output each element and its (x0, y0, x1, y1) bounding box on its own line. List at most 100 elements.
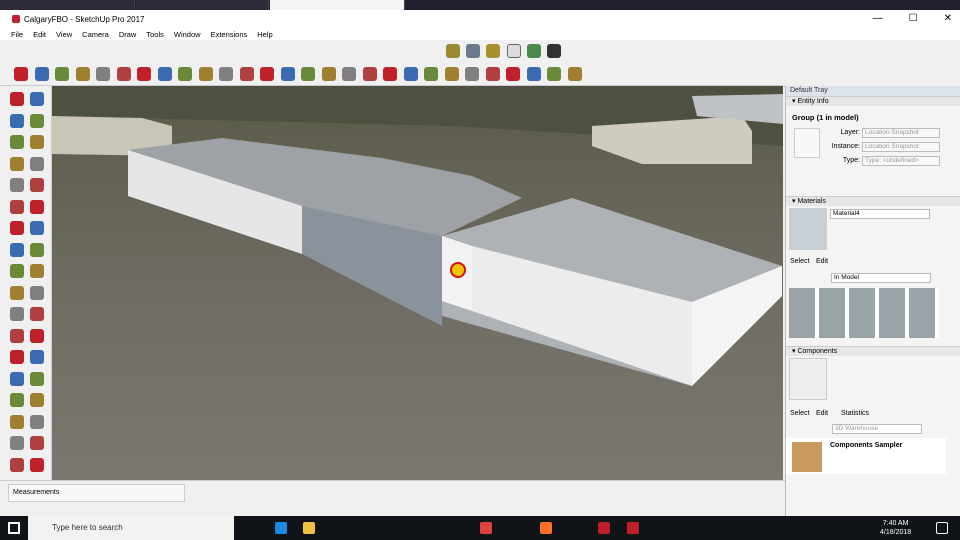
firefox-icon[interactable] (540, 522, 552, 534)
tool-palette-icon[interactable] (10, 285, 24, 300)
tool-palette-icon[interactable] (10, 221, 24, 235)
toolbar-tool-icon[interactable] (75, 67, 90, 81)
toolbar-tool-icon[interactable] (34, 67, 49, 81)
tool-palette-icon[interactable] (10, 436, 24, 450)
toolbar-tool-icon[interactable] (342, 67, 356, 81)
tool-palette-icon[interactable] (10, 328, 24, 343)
material-name-field[interactable]: Material4 (830, 209, 930, 219)
toolbar-tool-icon[interactable] (526, 67, 541, 81)
tool-palette-icon[interactable] (30, 393, 44, 407)
tool-palette-icon[interactable] (30, 221, 44, 235)
toolbar-tool-icon[interactable] (116, 67, 131, 81)
model-viewport[interactable] (52, 86, 783, 480)
toolbar-tool-icon[interactable] (14, 67, 28, 81)
measurements-box[interactable]: Measurements (8, 484, 185, 502)
start-button[interactable] (8, 522, 20, 534)
tool-palette-icon[interactable] (10, 307, 24, 321)
components-tab-statistics[interactable]: Statistics (841, 410, 869, 417)
components-tab-select[interactable]: Select (790, 410, 809, 417)
menu-draw[interactable]: Draw (119, 30, 137, 39)
taskbar-search[interactable]: Type here to search (28, 516, 234, 540)
materials-tab-select[interactable]: Select (790, 258, 809, 265)
layer-select[interactable]: Location Snapshot (862, 128, 940, 138)
toolbar-tool-icon[interactable] (178, 67, 192, 81)
close-button[interactable]: ✕ (944, 10, 952, 28)
type-select[interactable]: Type: <undefined> (862, 156, 940, 166)
toolbar-tool-icon[interactable] (424, 67, 438, 81)
tool-palette-icon[interactable] (30, 307, 44, 321)
tool-palette-icon[interactable] (10, 242, 24, 257)
toolbar-tool-icon[interactable] (280, 67, 295, 81)
browser-tab[interactable] (136, 0, 269, 10)
acrobat-icon[interactable] (598, 522, 610, 534)
browser-tab[interactable] (0, 0, 135, 10)
text-icon[interactable] (507, 44, 521, 58)
components-header[interactable]: ▾ Components (786, 346, 960, 356)
tool-palette-icon[interactable] (30, 242, 44, 257)
tool-palette-icon[interactable] (10, 199, 24, 214)
tool-palette-icon[interactable] (10, 264, 24, 278)
tool-palette-icon[interactable] (30, 178, 44, 192)
toolbar-tool-icon[interactable] (547, 67, 561, 81)
toolbar-tool-icon[interactable] (239, 67, 254, 81)
tool-palette-icon[interactable] (10, 92, 24, 106)
tool-palette-icon[interactable] (10, 350, 24, 364)
menu-file[interactable]: File (11, 30, 23, 39)
toolbar-tool-icon[interactable] (137, 67, 151, 81)
axes-icon[interactable] (527, 44, 541, 58)
menu-edit[interactable]: Edit (33, 30, 46, 39)
entity-info-header[interactable]: ▾ Entity Info (786, 96, 960, 106)
components-tab-edit[interactable]: Edit (816, 410, 828, 417)
tool-palette-icon[interactable] (30, 156, 44, 171)
tool-palette-icon[interactable] (10, 393, 24, 407)
tool-palette-icon[interactable] (30, 414, 44, 429)
component-item[interactable]: Components Sampler (830, 442, 902, 449)
material-collection-select[interactable]: In Model (831, 273, 931, 283)
file-explorer-icon[interactable] (303, 522, 315, 534)
sketchup-taskbar-icon[interactable] (627, 522, 639, 534)
menu-view[interactable]: View (56, 30, 72, 39)
tool-palette-icon[interactable] (30, 371, 44, 386)
tool-palette-icon[interactable] (30, 135, 44, 149)
toolbar-tool-icon[interactable] (383, 67, 397, 81)
tool-palette-icon[interactable] (30, 113, 44, 128)
tool-palette-icon[interactable] (30, 92, 44, 106)
protractor-icon[interactable] (486, 44, 500, 58)
toolbar-tool-icon[interactable] (96, 67, 110, 81)
3d-text-icon[interactable] (547, 44, 561, 58)
toolbar-tool-icon[interactable] (444, 67, 459, 81)
tool-palette-icon[interactable] (30, 199, 44, 214)
3d-model-scene[interactable] (52, 86, 783, 480)
browser-tab[interactable] (270, 0, 405, 10)
menu-camera[interactable]: Camera (82, 30, 109, 39)
warehouse-search-input[interactable]: 3D Warehouse (832, 424, 922, 434)
tool-palette-icon[interactable] (10, 414, 24, 429)
toolbar-tool-icon[interactable] (362, 67, 377, 81)
toolbar-tool-icon[interactable] (198, 67, 213, 81)
edge-icon[interactable] (275, 522, 287, 534)
tool-palette-icon[interactable] (10, 457, 24, 472)
tool-palette-icon[interactable] (30, 436, 44, 450)
toolbar-tool-icon[interactable] (321, 67, 336, 81)
toolbar-tool-icon[interactable] (403, 67, 418, 81)
tool-palette-icon[interactable] (10, 113, 24, 128)
tool-palette-icon[interactable] (10, 371, 24, 386)
toolbar-tool-icon[interactable] (157, 67, 172, 81)
dimension-icon[interactable] (466, 44, 480, 58)
tool-palette-icon[interactable] (30, 285, 44, 300)
toolbar-tool-icon[interactable] (506, 67, 520, 81)
tool-palette-icon[interactable] (10, 178, 24, 192)
tool-palette-icon[interactable] (30, 457, 44, 472)
toolbar-tool-icon[interactable] (485, 67, 500, 81)
instance-field[interactable]: Location Snapshot (862, 142, 940, 152)
maximize-button[interactable]: ☐ (909, 10, 918, 28)
tool-palette-icon[interactable] (10, 156, 24, 171)
toolbar-tool-icon[interactable] (465, 67, 479, 81)
notifications-icon[interactable] (936, 522, 948, 534)
materials-header[interactable]: ▾ Materials (786, 196, 960, 206)
chrome-icon[interactable] (480, 522, 492, 534)
menu-window[interactable]: Window (174, 30, 201, 39)
toolbar-tool-icon[interactable] (55, 67, 69, 81)
toolbar-tool-icon[interactable] (301, 67, 315, 81)
tool-palette-icon[interactable] (30, 328, 44, 343)
